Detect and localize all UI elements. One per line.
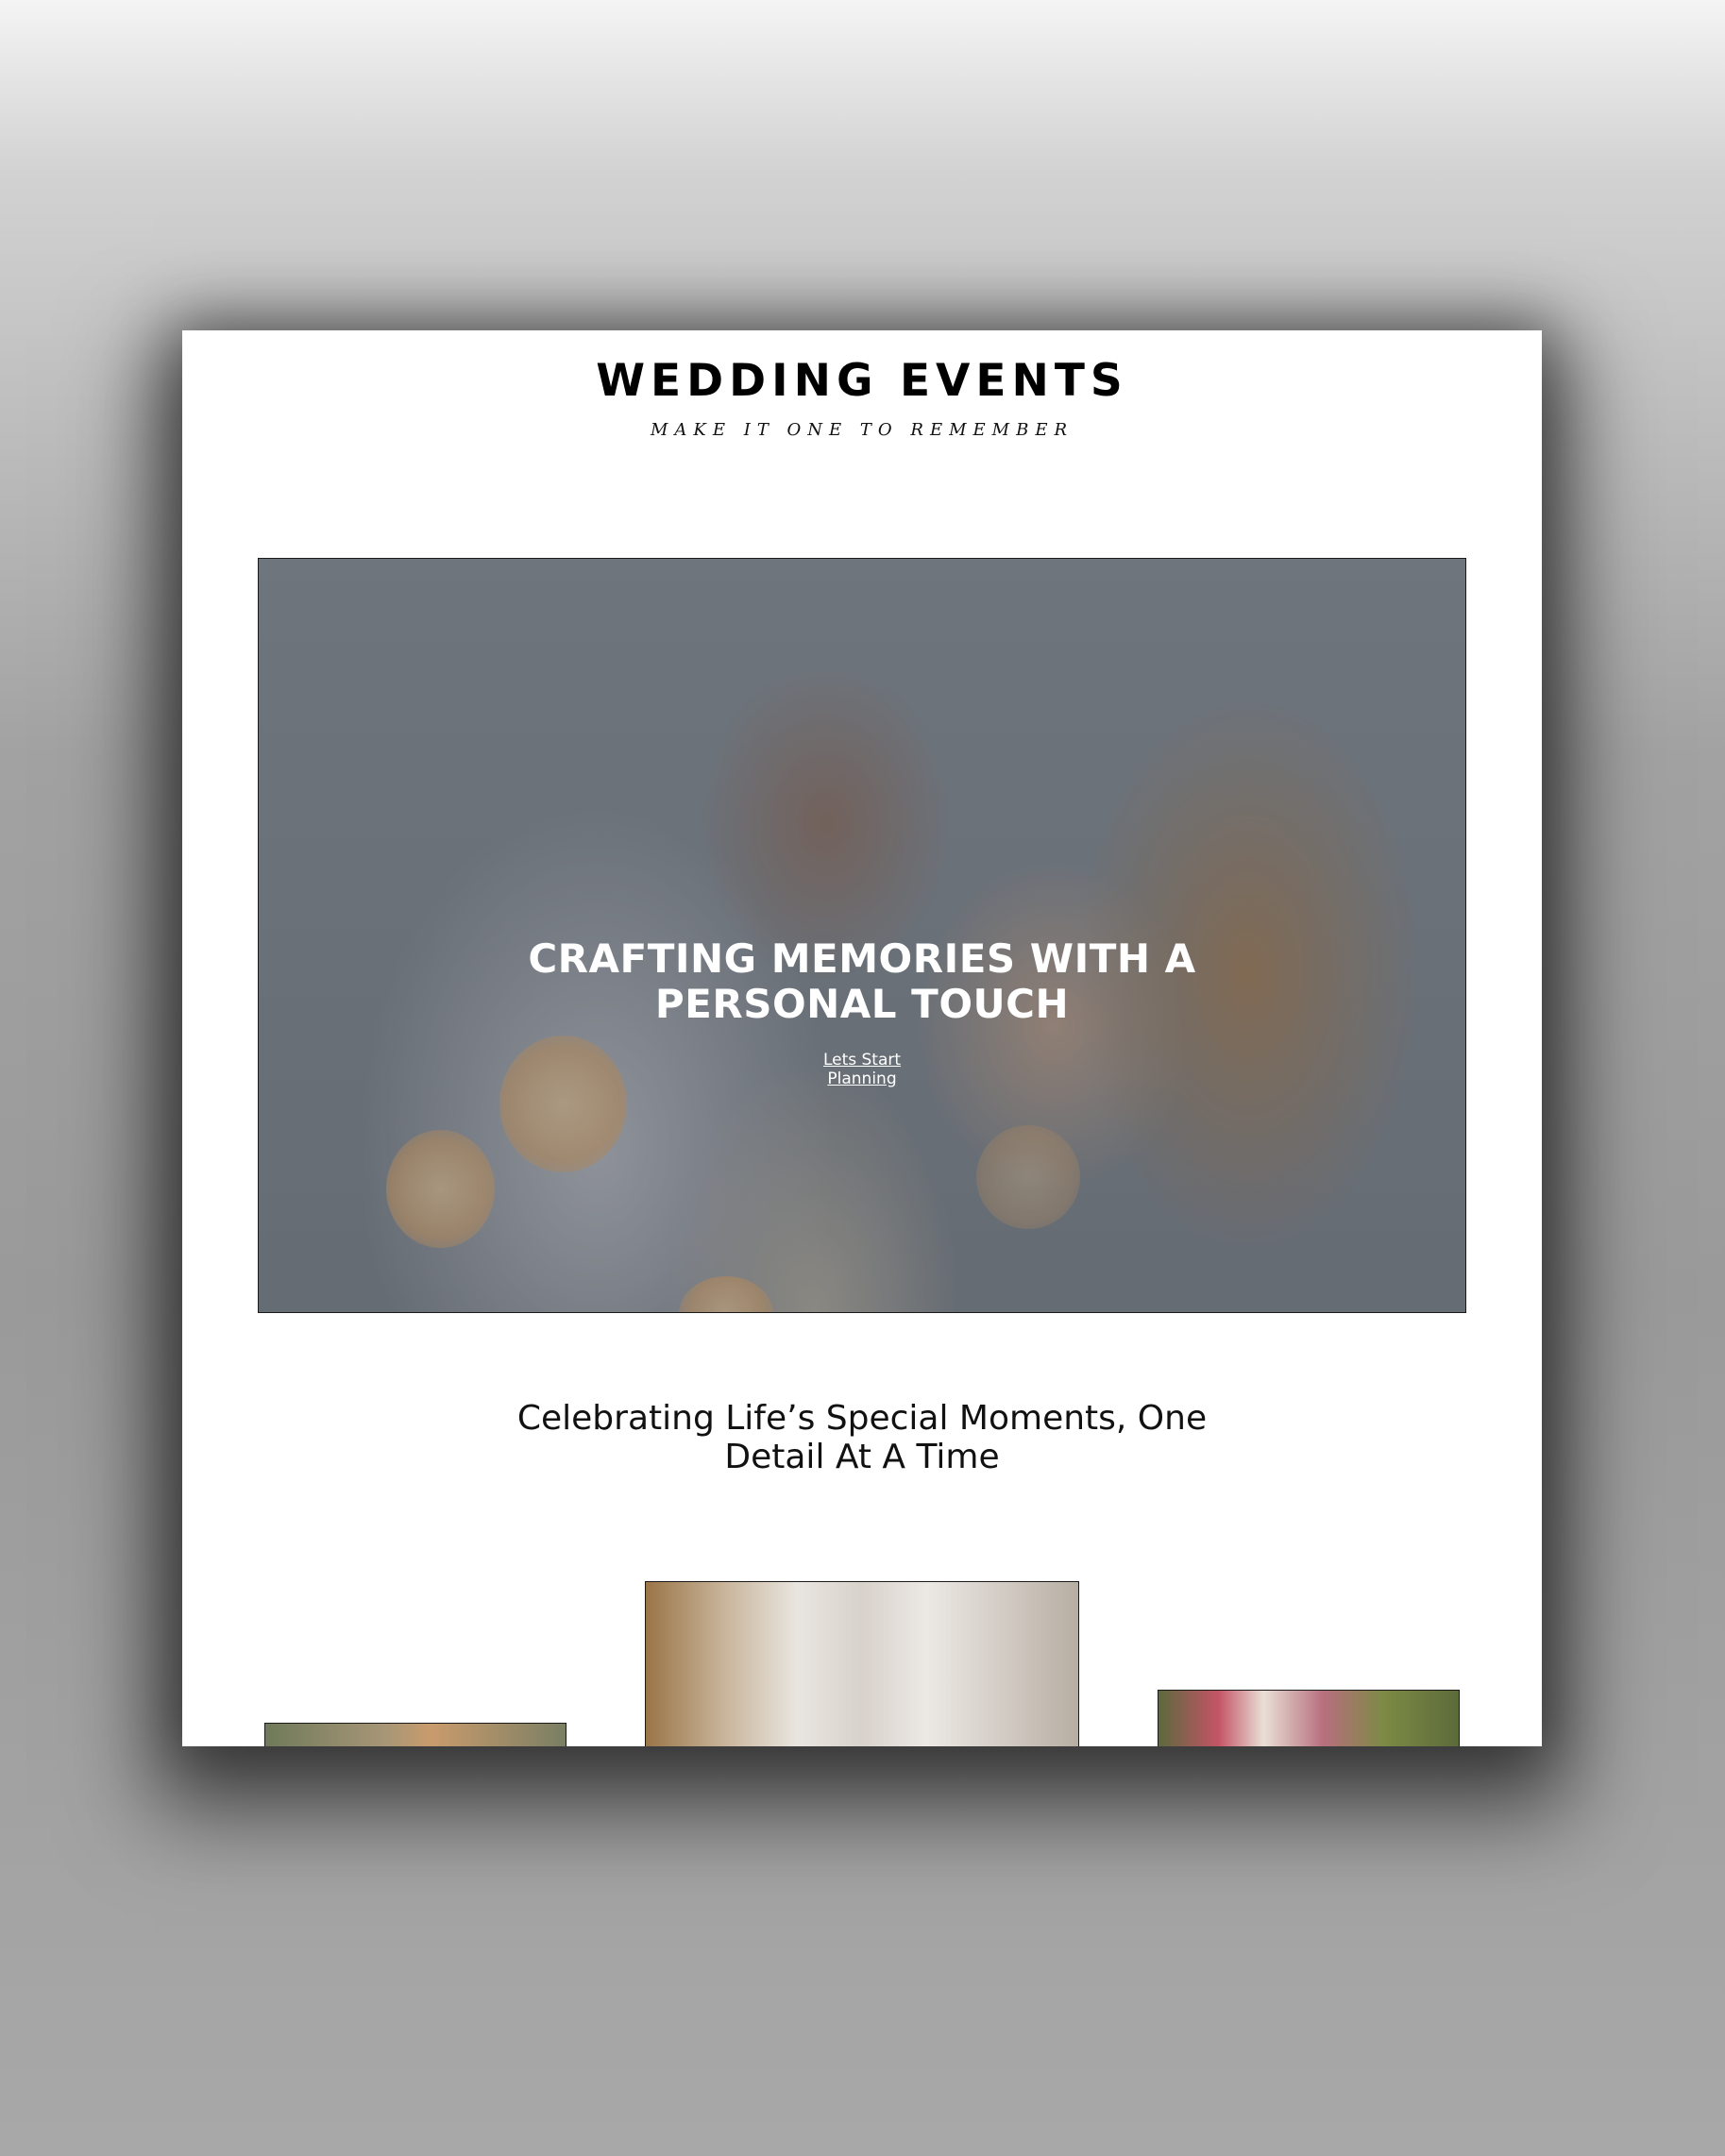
screenshot-backdrop: { "header": { "title": "WEDDING EVENTS",…	[0, 0, 1725, 2156]
site-tagline: MAKE IT ONE TO REMEMBER	[650, 420, 1074, 440]
site-header: WEDDING EVENTS MAKE IT ONE TO REMEMBER	[182, 330, 1542, 453]
site-title[interactable]: WEDDING EVENTS	[182, 355, 1542, 407]
intro-section: Celebrating Life’s Special Moments, One …	[182, 1399, 1542, 1476]
gallery-image-ceremony	[1158, 1690, 1460, 1746]
gallery-image-flowers	[264, 1723, 567, 1746]
hero-banner: CRAFTING MEMORIES WITH A PERSONAL TOUCH …	[258, 558, 1466, 1313]
hero-content: CRAFTING MEMORIES WITH A PERSONAL TOUCH …	[259, 935, 1465, 1089]
start-planning-link[interactable]: Lets Start Planning	[805, 1051, 919, 1088]
intro-heading: Celebrating Life’s Special Moments, One …	[516, 1399, 1208, 1476]
website-page: WEDDING EVENTS MAKE IT ONE TO REMEMBER C…	[182, 330, 1542, 1746]
gallery-image-dress	[645, 1581, 1079, 1746]
hero-headline: CRAFTING MEMORIES WITH A PERSONAL TOUCH	[528, 935, 1196, 1027]
